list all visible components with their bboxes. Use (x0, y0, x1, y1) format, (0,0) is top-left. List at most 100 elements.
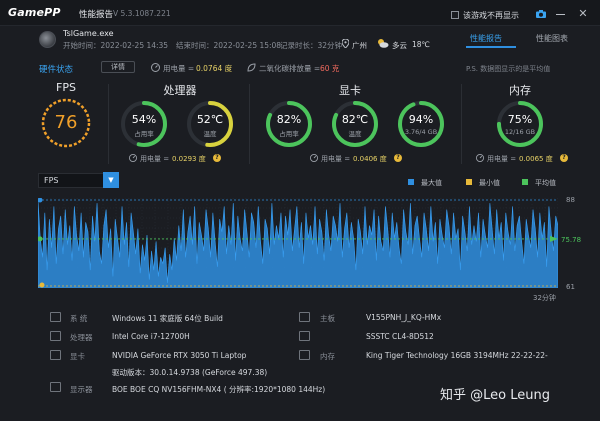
total-power-label: 用电量 = (163, 64, 195, 73)
noshow-label[interactable]: 该游戏不再显示 (463, 10, 519, 21)
y-avg-label: 75.78 (561, 236, 582, 244)
cpu-usage-value: 54% (131, 113, 157, 126)
camera-icon[interactable] (536, 10, 546, 18)
driver-info-value: 驱动版本：30.0.14.9738 (GeForce 497.38) (112, 368, 268, 377)
fps-value: 76 (54, 112, 78, 133)
gpu-vram-label: 3.76/4 GB (404, 128, 438, 136)
motherboard-icon (299, 312, 310, 322)
temperature-label: 18℃ (412, 40, 430, 49)
gpu-title: 显卡 (339, 84, 361, 97)
memory-usage-value: 75% (507, 113, 533, 126)
divider (461, 84, 462, 164)
close-icon[interactable]: ✕ (577, 8, 589, 20)
cpu-temp-label: 温度 (203, 130, 217, 138)
watermark: 知乎 @Leo Leung (440, 388, 550, 403)
hardware-status-title: 硬件状态 (39, 65, 74, 75)
co2-value: 60 克 (320, 64, 340, 73)
monitor-icon (50, 382, 61, 392)
gpu-usage-label: 占用率 (279, 130, 299, 138)
max-point (38, 198, 43, 203)
divider (249, 84, 250, 164)
tab-performance-report[interactable]: 性能报告 (470, 33, 502, 44)
memory-info-value: King Tiger Technology 16GB 3194MHz 22-22… (366, 351, 548, 360)
power-meter-icon (129, 154, 137, 162)
cpu-icon (50, 331, 61, 341)
legend-avg-swatch (522, 179, 528, 185)
monitor-value: BOE BOE CQ NV156FHM-NX4 ( 分辨率:1920*1080 … (112, 385, 326, 394)
cpu-title: 处理器 (163, 84, 197, 97)
record-duration: 记录时长：32分钟 (280, 41, 343, 50)
cpu-temp-value: 52℃ (196, 113, 224, 126)
cpu-power-value: 0.0293 度 (172, 155, 206, 163)
legend-min-swatch (466, 179, 472, 185)
gpu-power-label: 用电量 = (321, 155, 351, 163)
board-value: V155PNH_J_KQ-HMx (366, 313, 442, 322)
co2-label: 二氧化碳排放量 = (259, 64, 321, 73)
divider (108, 84, 109, 164)
fps-chart (38, 198, 558, 288)
storage-value: SSSTC CL4-8D512 (366, 332, 434, 341)
min-point (39, 282, 45, 288)
help-icon[interactable]: ? (394, 154, 402, 162)
cpu-info-label: 处理器 (70, 333, 93, 342)
location-label: 广州 (352, 41, 367, 50)
gpu-temp-label: 温度 (348, 130, 362, 138)
cpu-info-value: Intel Core i7-12700H (112, 332, 190, 341)
noshow-checkbox[interactable] (451, 11, 459, 19)
average-note: P.S. 数据图显示的是平均值 (466, 65, 551, 73)
cpu-usage-label: 占用率 (134, 130, 154, 138)
gpu-info-label: 显卡 (70, 352, 85, 361)
gpu-power-value: 0.0406 度 (353, 155, 387, 163)
os-label: 系 统 (70, 314, 88, 323)
x-end-label: 32分钟 (533, 294, 556, 302)
help-icon[interactable]: ? (560, 154, 568, 162)
memory-power-label: 用电量 = (487, 155, 517, 163)
game-avatar (39, 31, 56, 48)
monitor-label: 显示器 (70, 385, 93, 394)
minimize-icon[interactable] (556, 14, 565, 15)
cpu-power-label: 用电量 = (140, 155, 170, 163)
memory-icon (299, 350, 310, 360)
memory-power-value: 0.0065 度 (519, 155, 553, 163)
memory-title: 内存 (509, 84, 531, 97)
window-title: 性能报告 (79, 10, 114, 20)
active-tab-indicator (466, 46, 516, 48)
legend-max-label: 最大值 (421, 179, 442, 187)
gpu-info-value: NVIDIA GeForce RTX 3050 Ti Laptop (112, 351, 247, 360)
end-time: 结束时间：2022-02-25 15:08 (176, 41, 282, 50)
power-meter-icon (310, 154, 318, 162)
y-max-label: 88 (566, 196, 575, 204)
grid-icon (50, 312, 61, 322)
details-button[interactable]: 详情 (101, 61, 135, 73)
legend-max-swatch (408, 179, 414, 185)
version-label: V 5.3.1087.221 (113, 9, 171, 18)
total-power-value: 0.0764 度 (196, 64, 233, 73)
fps-title: FPS (56, 81, 76, 94)
power-meter-icon (151, 63, 160, 72)
location-pin-icon (342, 39, 349, 48)
os-value: Windows 11 家庭版 64位 Build (112, 314, 223, 323)
app-logo: GamePP (8, 6, 61, 19)
leaf-icon (247, 63, 256, 72)
board-label: 主板 (320, 314, 335, 323)
metric-select-value: FPS (44, 176, 59, 185)
power-meter-icon (476, 154, 484, 162)
gpu-temp-value: 82℃ (341, 113, 369, 126)
legend-avg-label: 平均值 (535, 179, 556, 187)
gpu-vram-value: 94% (408, 113, 434, 126)
avg-point (38, 236, 43, 242)
chevron-down-icon[interactable]: ▼ (103, 172, 119, 188)
cloudy-weather-icon (378, 39, 389, 48)
y-min-label: 61 (566, 283, 575, 291)
tab-performance-chart[interactable]: 性能图表 (536, 33, 568, 44)
legend-min-label: 最小值 (479, 179, 500, 187)
game-name: TslGame.exe (63, 29, 114, 38)
memory-info-label: 内存 (320, 352, 335, 361)
memory-usage-label: 12/16 GB (504, 128, 536, 136)
help-icon[interactable]: ? (213, 154, 221, 162)
weather-label: 多云 (392, 41, 407, 50)
storage-icon (299, 331, 310, 341)
gpu-icon (50, 350, 61, 360)
start-time: 开始时间：2022-02-25 14:35 (63, 41, 169, 50)
gpu-usage-value: 82% (276, 113, 302, 126)
